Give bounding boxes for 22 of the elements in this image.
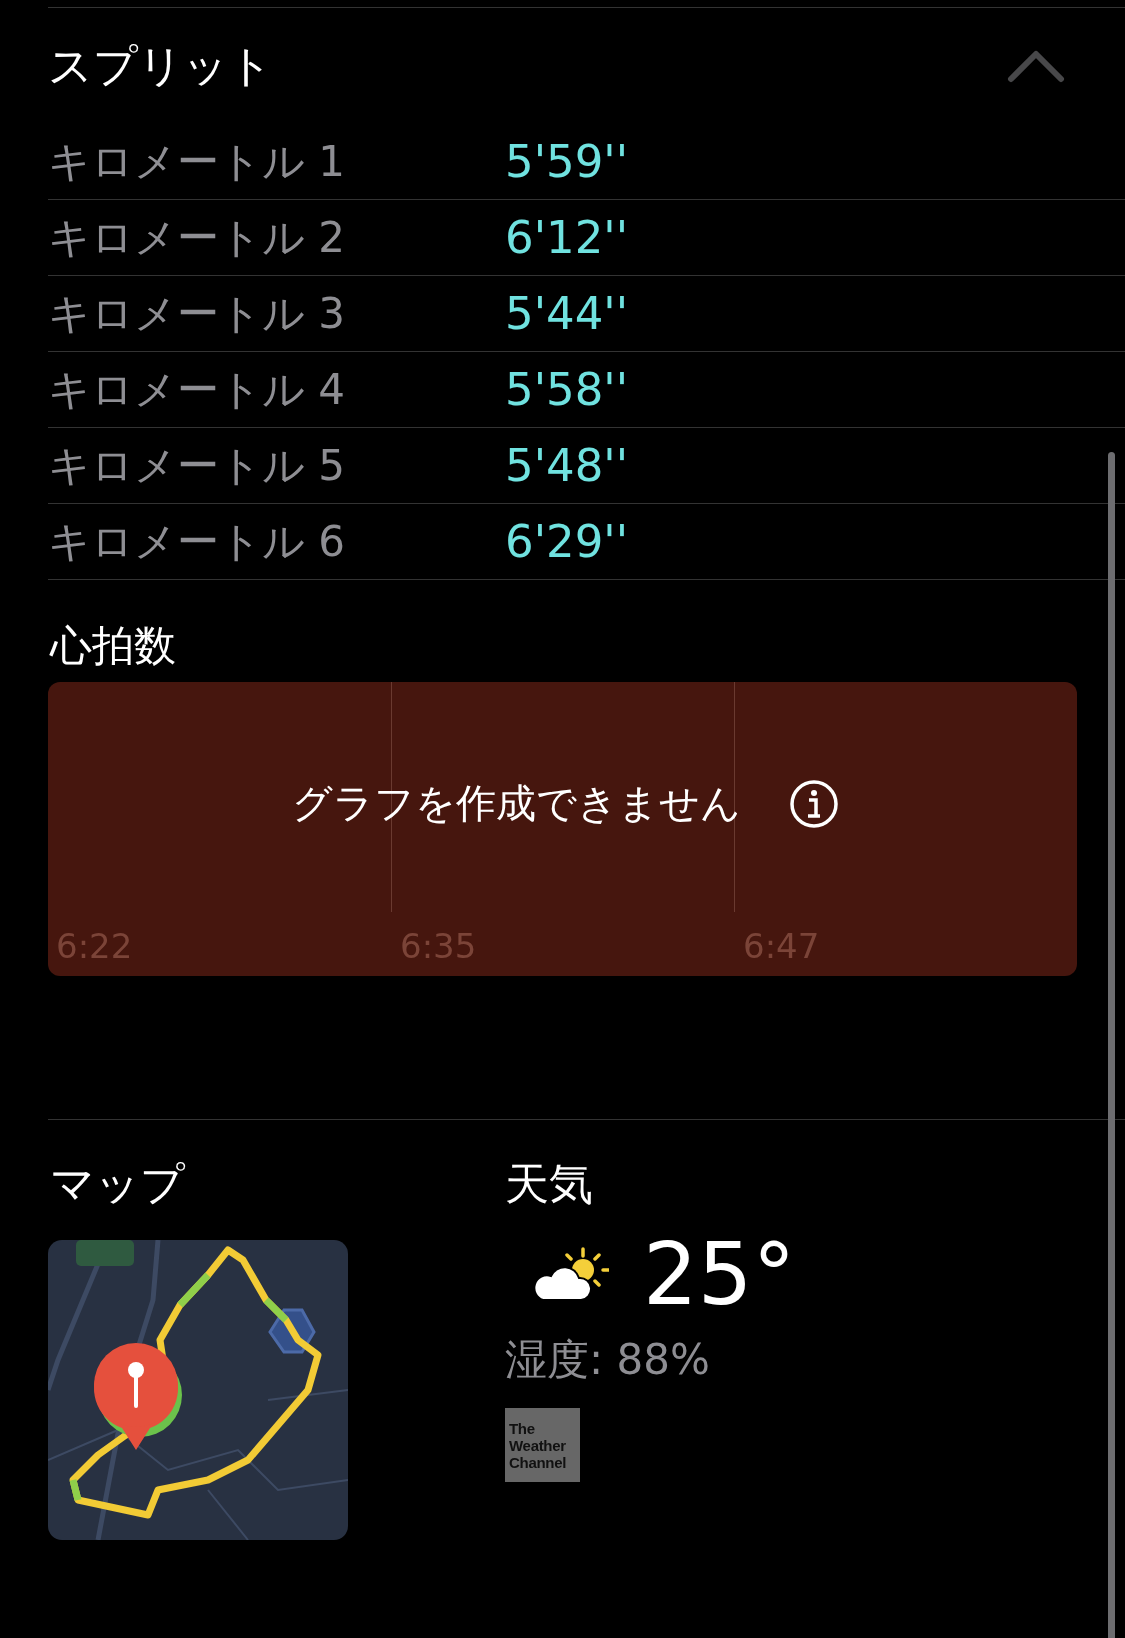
split-pace: 6'12''	[505, 211, 628, 264]
split-label: キロメートル 4	[48, 363, 347, 416]
split-label: キロメートル 1	[48, 135, 347, 188]
split-label: キロメートル 5	[48, 439, 347, 492]
split-pace: 5'58''	[505, 363, 628, 416]
humidity-text: 湿度: 88%	[505, 1334, 711, 1386]
split-pace: 6'29''	[505, 515, 628, 568]
split-pace: 5'59''	[505, 135, 628, 188]
split-pace: 5'44''	[505, 287, 628, 340]
chart-message: グラフを作成できません	[292, 779, 741, 828]
info-icon[interactable]	[789, 778, 839, 829]
split-label: キロメートル 3	[48, 287, 347, 340]
section-title: 天気	[505, 1157, 594, 1211]
scroll-bar[interactable]	[1108, 452, 1115, 1638]
section-title: スプリット	[48, 38, 273, 93]
split-label: キロメートル 6	[48, 515, 347, 568]
split-label: キロメートル 2	[48, 211, 347, 264]
weather-logo: The Weather Channel	[505, 1408, 580, 1482]
section-title: 心拍数	[50, 620, 177, 672]
split-pace: 5'48''	[505, 439, 628, 492]
temperature: 25°	[643, 1224, 796, 1324]
section-title: マップ	[50, 1157, 186, 1211]
